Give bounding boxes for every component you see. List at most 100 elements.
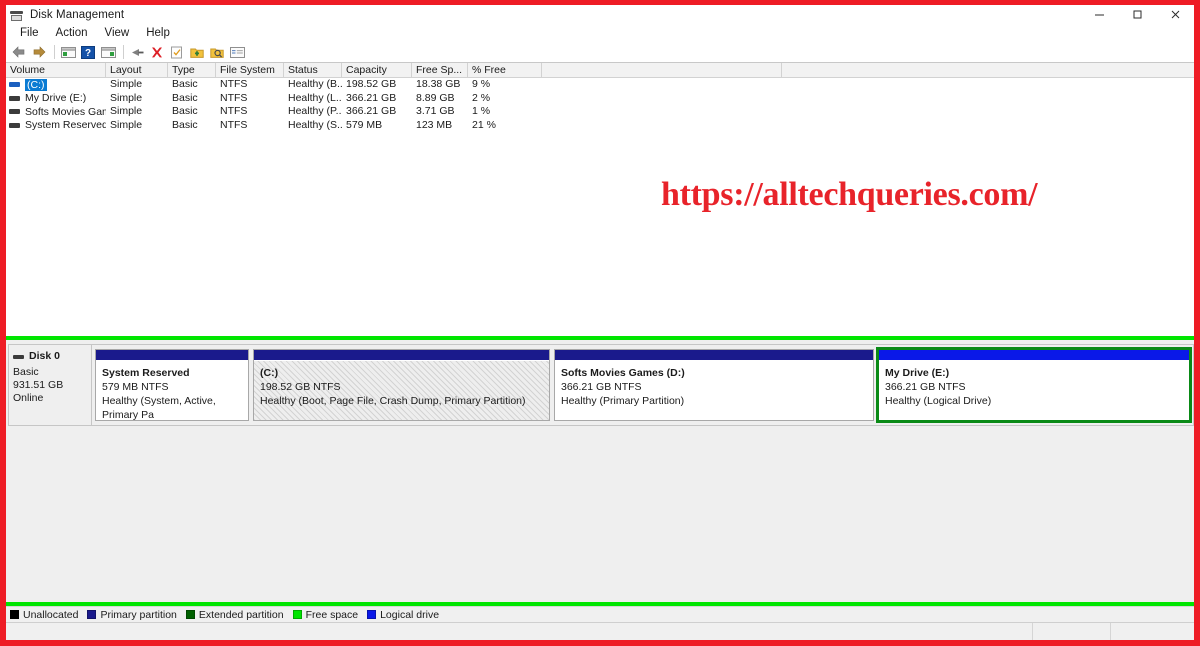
type-cell: Basic [172, 105, 198, 118]
title-bar: Disk Management [6, 5, 1194, 24]
partition-size-fs: 366.21 GB NTFS [885, 381, 966, 393]
percent-free-cell: 9 % [472, 78, 491, 91]
window-controls [1080, 5, 1194, 24]
status-cell: Healthy (P... [288, 105, 342, 118]
show-hide-action-pane-icon[interactable] [99, 43, 117, 61]
new-volume-icon[interactable] [188, 43, 206, 61]
table-row[interactable]: Softs Movies Gam... Simple Basic NTFS He… [6, 105, 1194, 119]
legend-label: Free space [305, 608, 359, 621]
legend-swatch-extended-partition [185, 610, 195, 619]
toolbar-separator [123, 45, 124, 59]
partition-status: Healthy (Primary Partition) [561, 395, 685, 407]
partition-c-drive[interactable]: (C:) 198.52 GB NTFS Healthy (Boot, Page … [253, 349, 550, 421]
volume-list-pane: Volume Layout Type File System Status Ca… [6, 63, 1194, 335]
column-header-capacity[interactable]: Capacity [342, 63, 412, 77]
type-cell: Basic [172, 78, 198, 91]
delete-icon[interactable] [148, 43, 166, 61]
partition-d-drive[interactable]: Softs Movies Games (D:) 366.21 GB NTFS H… [554, 349, 874, 421]
menu-view[interactable]: View [97, 25, 139, 42]
layout-cell: Simple [110, 91, 143, 104]
table-row[interactable]: My Drive (E:) Simple Basic NTFS Healthy … [6, 92, 1194, 106]
menu-bar: File Action View Help [6, 24, 1194, 42]
watermark-text: https://alltechqueries.com/ [661, 176, 1038, 213]
menu-help[interactable]: Help [138, 25, 179, 42]
legend-label: Primary partition [100, 608, 177, 621]
disk-name-row: Disk 0 [13, 350, 91, 363]
status-cell: Healthy (S... [288, 118, 342, 131]
status-segment-middle [1033, 623, 1111, 640]
legend-swatch-free-space [292, 610, 302, 619]
show-hide-console-tree-icon[interactable] [59, 43, 77, 61]
volume-cell: (C:) [6, 78, 106, 91]
disk-type: Basic [13, 366, 39, 378]
partition-system-reserved[interactable]: System Reserved 579 MB NTFS Healthy (Sys… [95, 349, 249, 421]
extend-volume-icon[interactable] [208, 43, 226, 61]
partition-body: System Reserved 579 MB NTFS Healthy (Sys… [96, 361, 248, 420]
type-cell: Basic [172, 91, 198, 104]
forward-icon[interactable] [30, 43, 48, 61]
toolbar-separator [54, 45, 55, 59]
menu-file[interactable]: File [12, 25, 48, 42]
annotated-screenshot: Disk Management File Action View Help ? … [0, 0, 1200, 646]
partition-title: (C:) [260, 367, 279, 379]
partition-legend: Unallocated Primary partition Extended p… [6, 606, 1194, 622]
disk-info-panel[interactable]: Disk 0 Basic 931.51 GB Online [8, 344, 92, 426]
status-segment-end [1111, 623, 1194, 640]
disk-name: Disk 0 [29, 350, 60, 362]
minimize-button[interactable] [1080, 5, 1118, 24]
table-row[interactable]: (C:) Simple Basic NTFS Healthy (B... 198… [6, 78, 1194, 92]
legend-item-extended-partition: Extended partition [185, 608, 284, 621]
file-system-cell: NTFS [220, 78, 248, 91]
capacity-cell: 366.21 GB [346, 105, 397, 118]
maximize-button[interactable] [1118, 5, 1156, 24]
partition-status: Healthy (Logical Drive) [885, 395, 992, 407]
column-header-status[interactable]: Status [284, 63, 342, 77]
layout-cell: Simple [110, 78, 143, 91]
column-header-percent-free[interactable]: % Free [468, 63, 542, 77]
legend-label: Extended partition [198, 608, 284, 621]
disk-properties-icon[interactable] [228, 43, 246, 61]
disk-management-icon [9, 7, 25, 23]
column-header-empty[interactable] [542, 63, 782, 77]
type-cell: Basic [172, 118, 198, 131]
partition-usage-bar [254, 350, 549, 361]
status-bar [6, 622, 1194, 640]
status-cell: Healthy (L... [288, 91, 342, 104]
partition-usage-bar [555, 350, 873, 361]
file-system-cell: NTFS [220, 91, 248, 104]
toolbar: ? [6, 42, 1194, 63]
volume-label: My Drive (E:) [25, 92, 87, 105]
volume-icon [9, 122, 20, 128]
partition-e-drive[interactable]: My Drive (E:) 366.21 GB NTFS Healthy (Lo… [876, 347, 1192, 423]
help-icon[interactable]: ? [79, 43, 97, 61]
column-header-volume[interactable]: Volume [6, 63, 106, 77]
window-title: Disk Management [30, 8, 125, 21]
back-icon[interactable] [10, 43, 28, 61]
disk-row-0: Disk 0 Basic 931.51 GB Online System Res… [6, 344, 1194, 426]
percent-free-cell: 1 % [472, 105, 491, 118]
legend-item-unallocated: Unallocated [10, 609, 78, 621]
disk-state: Online [13, 392, 44, 404]
percent-free-cell: 2 % [472, 91, 491, 104]
percent-free-cell: 21 % [472, 118, 496, 131]
legend-item-logical-drive: Logical drive [367, 609, 439, 621]
partition-title: My Drive (E:) [885, 367, 950, 379]
layout-cell: Simple [110, 105, 143, 118]
menu-action[interactable]: Action [48, 25, 97, 42]
partition-size-fs: 366.21 GB NTFS [561, 381, 642, 393]
column-header-free-space[interactable]: Free Sp... [412, 63, 468, 77]
column-header-file-system[interactable]: File System [216, 63, 284, 77]
column-header-type[interactable]: Type [168, 63, 216, 77]
disk-graphical-pane: Disk 0 Basic 931.51 GB Online System Res… [6, 335, 1194, 602]
capacity-cell: 198.52 GB [346, 78, 397, 91]
close-button[interactable] [1156, 5, 1194, 24]
disk-management-window: Disk Management File Action View Help ? … [6, 5, 1194, 640]
column-header-layout[interactable]: Layout [106, 63, 168, 77]
disk-area: Disk 0 Basic 931.51 GB Online System Res… [6, 340, 1194, 426]
volume-icon [9, 109, 20, 115]
legend-label: Logical drive [380, 608, 440, 621]
table-row[interactable]: System Reserved Simple Basic NTFS Health… [6, 119, 1194, 133]
rescan-disks-icon[interactable] [168, 43, 186, 61]
properties-icon[interactable] [128, 43, 146, 61]
layout-cell: Simple [110, 118, 143, 131]
